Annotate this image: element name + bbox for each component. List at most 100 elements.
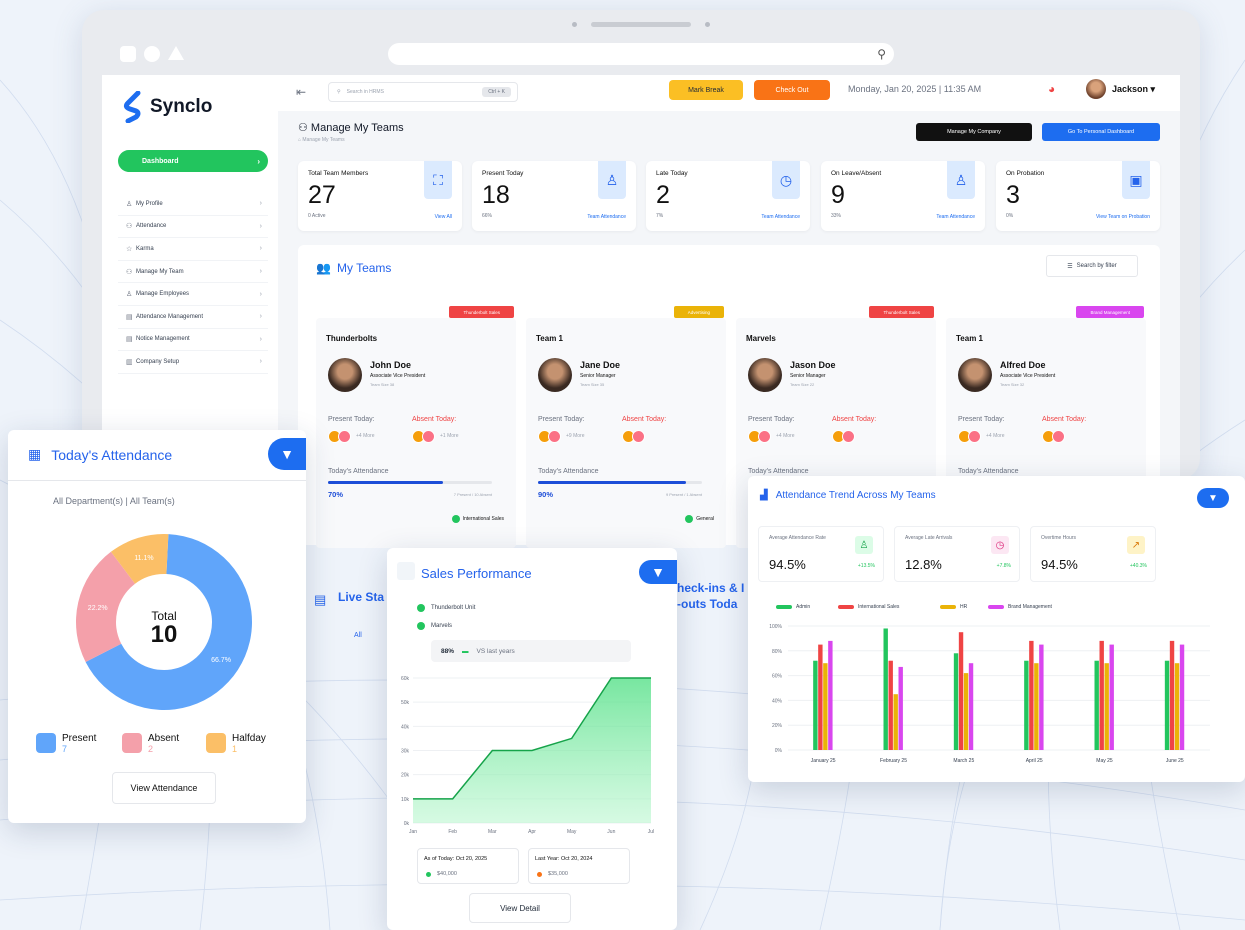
- bar-international-sales: [818, 644, 823, 750]
- sidebar-item-dashboard[interactable]: Dashboard ›: [118, 150, 268, 172]
- check-out-button[interactable]: Check Out: [754, 80, 830, 100]
- status-dot: [537, 871, 542, 877]
- legend-item: HR: [940, 604, 967, 610]
- stat-label: On Probation: [1006, 170, 1045, 177]
- absent-today-label: Absent Today:: [622, 416, 667, 423]
- y-tick-label: 60%: [772, 674, 783, 680]
- donut-slice-label: 11.1%: [134, 555, 153, 562]
- status-dot: [426, 871, 431, 877]
- x-tick-label: Mar: [488, 829, 497, 835]
- page-title: ⚇ Manage My Teams: [298, 122, 404, 134]
- stat-card: On Leave/Absent 9 33% Team Attendance ♙: [821, 161, 985, 231]
- search-icon: ⚲: [877, 47, 886, 61]
- team-card[interactable]: Advertising Team 1 Jane Doe Senior Manager T…: [526, 306, 726, 548]
- stat-link[interactable]: View All: [435, 214, 452, 220]
- legend-swatch: [36, 733, 56, 753]
- filter-icon: ▼: [280, 446, 294, 462]
- tab-all[interactable]: All: [354, 632, 362, 639]
- avatar: [842, 430, 855, 443]
- sidebar-item[interactable]: ☆ Karma ›: [118, 238, 268, 261]
- x-tick-label: April 25: [1026, 758, 1043, 764]
- filter-button[interactable]: ▼: [1197, 488, 1229, 508]
- avatar: [968, 430, 981, 443]
- x-tick-label: June 25: [1166, 758, 1184, 764]
- sidebar-item[interactable]: ♙ My Profile ›: [118, 193, 268, 216]
- stat-link[interactable]: View Team on Probation: [1096, 214, 1150, 220]
- personal-dashboard-button[interactable]: Go To Personal Dashboard: [1042, 123, 1160, 141]
- sidebar-item[interactable]: ⚇ Manage My Team ›: [118, 261, 268, 284]
- stat-link[interactable]: Team Attendance: [936, 214, 975, 220]
- x-tick-label: March 25: [953, 758, 974, 764]
- legend-dot: [417, 604, 425, 612]
- search-by-filter-button[interactable]: ☰ Search by filter: [1046, 255, 1138, 277]
- clock-icon: ◷: [772, 161, 800, 199]
- bar-admin: [813, 660, 818, 750]
- live-status-section: ▤ Live Sta All: [302, 582, 392, 682]
- window-triangle-icon[interactable]: [168, 46, 184, 60]
- attendance-trend-bar-chart: 0% 20% 40% 60% 80% 100% January 25 February 25 M…: [769, 624, 1210, 764]
- metric-value: 94.5%: [769, 557, 806, 572]
- legend-swatch: [838, 605, 854, 609]
- chevron-right-icon: ›: [259, 268, 262, 276]
- sidebar-item-label: Notice Management: [136, 336, 190, 343]
- stat-link[interactable]: Team Attendance: [761, 214, 800, 220]
- box-value: $35,000: [537, 871, 568, 877]
- sales-performance-card: Sales Performance ▼ Thunderbolt Unit Mar…: [387, 548, 677, 930]
- bar-brand-management: [898, 666, 903, 750]
- comparison-percent: 88%: [441, 647, 455, 655]
- notification-icon[interactable]: ◕: [1048, 82, 1055, 96]
- attendance-card-title: Today's Attendance: [51, 446, 173, 463]
- collapse-sidebar-icon[interactable]: ⇤: [296, 85, 306, 99]
- view-detail-button[interactable]: View Detail: [469, 893, 571, 923]
- filter-button[interactable]: ▼: [639, 560, 677, 584]
- filter-button[interactable]: ▼: [268, 438, 306, 470]
- stat-label: Total Team Members: [308, 170, 369, 177]
- present-today-label: Present Today:: [748, 416, 795, 423]
- user-menu[interactable]: Jackson ▾: [1112, 84, 1155, 95]
- window-square-icon[interactable]: [120, 46, 136, 62]
- sidebar-item[interactable]: ▤ Notice Management ›: [118, 329, 268, 352]
- absent-today-label: Absent Today:: [412, 416, 457, 423]
- legend-item: Halfday 1: [206, 733, 266, 754]
- sidebar-item[interactable]: ⚇ Attendance ›: [118, 216, 268, 239]
- mark-break-button[interactable]: Mark Break: [669, 80, 743, 100]
- search-placeholder: Search in HRMS: [346, 89, 384, 95]
- stat-link[interactable]: Team Attendance: [587, 214, 626, 220]
- window-circle-icon[interactable]: [144, 46, 160, 62]
- search-filter-label: Search by filter: [1076, 263, 1117, 269]
- search-input[interactable]: ⚲ Search in HRMS Ctrl + K: [328, 82, 518, 102]
- y-tick-label: 20%: [772, 723, 783, 729]
- view-attendance-button[interactable]: View Attendance: [112, 772, 216, 804]
- stat-value: 3: [1006, 181, 1020, 209]
- sidebar-item[interactable]: ▥ Company Setup ›: [118, 351, 268, 374]
- team-size: Team Size 38: [370, 382, 395, 387]
- y-tick-label: 40k: [401, 724, 410, 730]
- sidebar-item[interactable]: ♙ Manage Employees ›: [118, 283, 268, 306]
- manage-company-button[interactable]: Manage My Company: [916, 123, 1032, 141]
- donut-total-value: 10: [151, 621, 178, 648]
- team-icon: ⚇: [126, 268, 133, 276]
- stat-card: Late Today 2 7% Team Attendance ◷: [646, 161, 810, 231]
- avatar[interactable]: [1086, 79, 1106, 99]
- breadcrumb-text: Manage My Teams: [302, 137, 345, 143]
- brand-logo[interactable]: Synclo: [122, 91, 212, 123]
- stat-sub: 0%: [1006, 213, 1014, 219]
- team-card[interactable]: Thunderbolt Sales Thunderbolts John Doe Ass…: [316, 306, 516, 548]
- shortcut-badge: Ctrl + K: [482, 87, 511, 97]
- stat-sub: 7%: [656, 213, 664, 219]
- legend-item: Thunderbolt Unit: [417, 604, 475, 612]
- live-status-title: Live Sta: [338, 590, 385, 604]
- sidebar-item[interactable]: ▤ Attendance Management ›: [118, 306, 268, 329]
- attendance-filters[interactable]: All Department(s) | All Team(s): [53, 496, 175, 506]
- breadcrumb[interactable]: ⌂ Manage My Teams: [298, 137, 404, 143]
- sidebar-item-label: Attendance Management: [136, 313, 204, 320]
- address-bar[interactable]: ⚲: [388, 43, 894, 65]
- sidebar-item-label: Dashboard: [142, 157, 179, 165]
- y-tick-label: 0%: [775, 748, 783, 754]
- bar-international-sales: [1099, 640, 1104, 750]
- titlebar-pill: [591, 21, 691, 27]
- top-navbar: ⇤ ⚲ Search in HRMS Ctrl + K Mark Break C…: [278, 75, 1180, 111]
- metric-value: 94.5%: [1041, 557, 1078, 572]
- trend-card-title: Attendance Trend Across My Teams: [775, 490, 936, 501]
- sales-comparison: 88% ▬ VS last years: [431, 640, 631, 662]
